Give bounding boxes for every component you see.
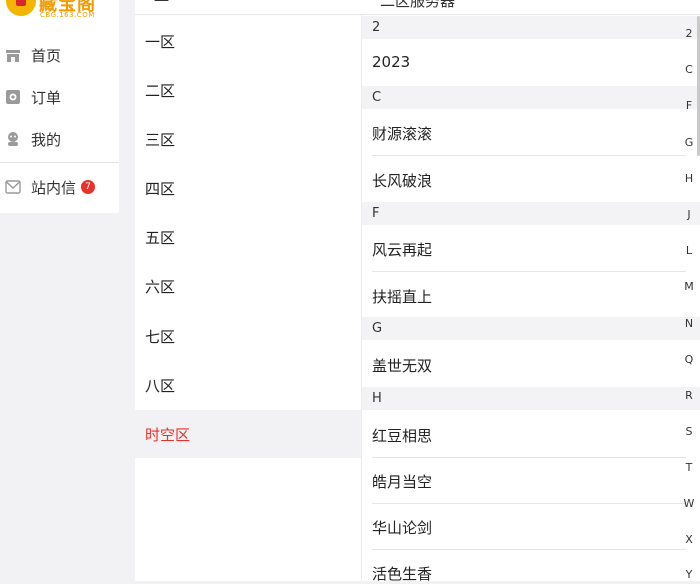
mail-icon: [4, 178, 22, 196]
order-icon: [4, 88, 22, 106]
server-item[interactable]: 五区: [135, 213, 361, 261]
sidebar-item-label: 站内信: [31, 178, 77, 197]
server-item[interactable]: 二区: [135, 66, 361, 114]
sidebar-item-home[interactable]: 首页: [0, 35, 119, 75]
section-header: C: [362, 86, 700, 109]
sidebar-item-label: 订单: [31, 88, 62, 107]
alpha-index-item[interactable]: J: [680, 208, 698, 221]
sidebar-item-orders[interactable]: 订单: [0, 77, 119, 117]
server-item-active[interactable]: 时空区: [135, 410, 361, 458]
sidebar-item-label: 我的: [31, 130, 62, 149]
alpha-index-item[interactable]: M: [680, 280, 698, 293]
group-item[interactable]: 财源滚滚: [372, 123, 686, 144]
alpha-index-item[interactable]: L: [680, 244, 698, 257]
row-divider: [372, 549, 686, 550]
header-right-fragment: 二区服务器: [380, 0, 456, 10]
sidebar: 藏宝阁 CBG.163.COM 首页 订单 我的 站内信 7: [0, 0, 119, 213]
logo-domain-text: CBG.163.COM: [40, 11, 95, 19]
server-item[interactable]: 一区: [135, 17, 361, 65]
header-left-fragment: 一: [154, 0, 170, 10]
alpha-index-item[interactable]: X: [680, 533, 698, 546]
group-item[interactable]: 皓月当空: [372, 471, 686, 492]
alpha-index-item[interactable]: G: [680, 136, 698, 149]
row-divider: [372, 155, 686, 156]
alpha-index-item[interactable]: F: [680, 99, 698, 112]
alpha-index-item[interactable]: Y: [680, 568, 698, 581]
unread-count-badge: 7: [81, 180, 96, 194]
alpha-index-item[interactable]: Q: [680, 353, 698, 366]
server-list: 一区 二区 三区 四区 五区 六区 七区 八区 时空区: [135, 15, 361, 581]
server-item[interactable]: 八区: [135, 361, 361, 409]
section-header: H: [362, 387, 700, 410]
group-list: 2 2023 C 财源滚滚 长风破浪 F 风云再起 扶摇直上 G 盖世无双 H …: [361, 15, 700, 583]
server-item[interactable]: 三区: [135, 115, 361, 163]
group-item[interactable]: 风云再起: [372, 239, 686, 260]
server-item[interactable]: 四区: [135, 164, 361, 212]
sidebar-divider: [0, 162, 119, 163]
group-item[interactable]: 红豆相思: [372, 425, 686, 446]
row-divider: [372, 503, 686, 504]
sidebar-item-mine[interactable]: 我的: [0, 119, 119, 159]
logo-coin-icon: [6, 0, 36, 16]
alpha-index-item[interactable]: S: [680, 425, 698, 438]
row-divider: [372, 271, 686, 272]
section-header: G: [362, 317, 700, 340]
alpha-index-item[interactable]: T: [680, 461, 698, 474]
top-header-strip: 一 二区服务器: [135, 0, 700, 15]
group-item[interactable]: 扶摇直上: [372, 286, 686, 307]
section-header: 2: [362, 16, 700, 39]
server-item[interactable]: 七区: [135, 312, 361, 360]
server-item[interactable]: 六区: [135, 262, 361, 310]
group-item[interactable]: 2023: [372, 53, 686, 71]
alpha-index-item[interactable]: W: [680, 497, 698, 510]
alpha-index-item[interactable]: N: [680, 317, 698, 330]
alpha-index-item[interactable]: 2: [680, 27, 698, 40]
group-item[interactable]: 华山论剑: [372, 517, 686, 538]
cbg-logo[interactable]: 藏宝阁 CBG.163.COM: [6, 0, 106, 19]
group-item[interactable]: 长风破浪: [372, 170, 686, 191]
group-item[interactable]: 盖世无双: [372, 355, 686, 376]
sidebar-item-label: 首页: [31, 46, 62, 65]
user-icon: [4, 130, 22, 148]
alpha-index-item[interactable]: R: [680, 389, 698, 402]
row-divider: [372, 457, 686, 458]
sidebar-item-messages[interactable]: 站内信 7: [0, 167, 119, 207]
store-icon: [4, 46, 22, 64]
alpha-index-item[interactable]: C: [680, 63, 698, 76]
section-header: F: [362, 202, 700, 225]
alpha-index-item[interactable]: H: [680, 172, 698, 185]
